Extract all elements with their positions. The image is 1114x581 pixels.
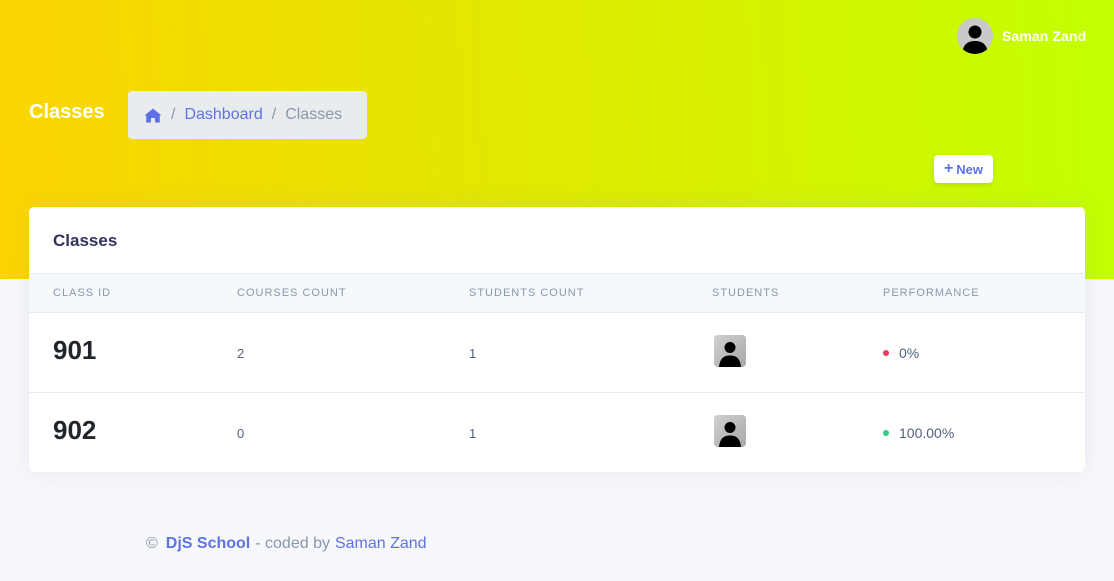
user-silhouette-icon [962, 25, 988, 54]
courses-count: 2 [237, 346, 245, 361]
home-icon[interactable] [144, 108, 162, 123]
table-row[interactable]: 901 2 1 0% [29, 313, 1085, 393]
new-button-label: New [956, 161, 984, 177]
column-header-courses-count[interactable]: COURSES COUNT [237, 287, 347, 299]
user-silhouette-icon [714, 415, 746, 447]
breadcrumb-dashboard-link[interactable]: Dashboard [184, 106, 262, 124]
brand-link[interactable]: DjS School [166, 535, 250, 553]
courses-count: 0 [237, 426, 245, 441]
performance-indicator: 0% [883, 345, 919, 361]
status-dot-icon [883, 350, 889, 356]
column-header-performance[interactable]: PERFORMANCE [883, 287, 980, 299]
student-avatar[interactable] [714, 335, 746, 367]
performance-value: 0% [899, 345, 920, 361]
column-header-students[interactable]: STUDENTS [712, 287, 779, 299]
breadcrumb-separator: / [271, 106, 277, 123]
table-row[interactable]: 902 0 1 100.00% [29, 393, 1085, 472]
plus-icon: + [943, 159, 954, 177]
copyright-symbol: © [146, 535, 158, 552]
students-count: 1 [469, 346, 477, 361]
card-title: Classes [53, 231, 118, 250]
table-header: CLASS ID COURSES COUNT STUDENTS COUNT ST… [29, 273, 1085, 313]
student-avatar[interactable] [714, 415, 746, 447]
breadcrumb: / Dashboard / Classes [128, 91, 367, 139]
breadcrumb-current: Classes [285, 106, 343, 123]
footer: © DjS School - coded by Saman Zand [146, 535, 427, 553]
class-id[interactable]: 901 [53, 335, 96, 366]
performance-indicator: 100.00% [883, 425, 954, 441]
classes-card: Classes CLASS ID COURSES COUNT STUDENTS … [29, 207, 1085, 472]
performance-value: 100.00% [899, 425, 955, 441]
students-count: 1 [469, 426, 477, 441]
user-avatar[interactable] [957, 18, 993, 54]
status-dot-icon [883, 430, 889, 436]
column-header-students-count[interactable]: STUDENTS COUNT [469, 287, 584, 299]
user-menu[interactable]: Saman Zand [957, 18, 1086, 54]
class-id[interactable]: 902 [53, 415, 96, 446]
user-name[interactable]: Saman Zand [1002, 28, 1086, 44]
author-link[interactable]: Saman Zand [335, 535, 427, 553]
new-class-button[interactable]: + New [934, 155, 993, 183]
user-silhouette-icon [714, 335, 746, 367]
page-title: Classes [29, 101, 105, 123]
coded-by-text: - coded by [255, 535, 330, 552]
column-header-class-id[interactable]: CLASS ID [53, 287, 111, 299]
breadcrumb-separator: / [171, 106, 176, 123]
